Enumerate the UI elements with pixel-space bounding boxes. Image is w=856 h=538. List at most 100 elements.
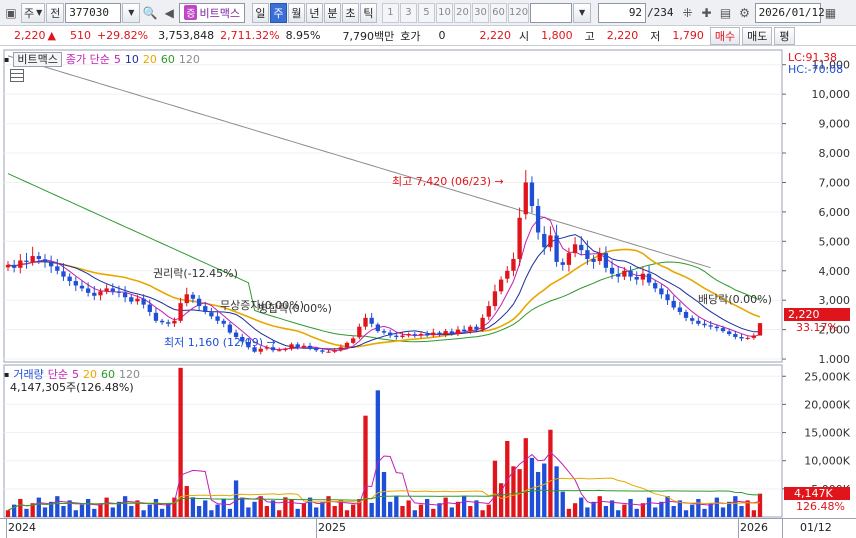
price-tick-label: 10,000 bbox=[812, 88, 851, 101]
volume-bar bbox=[141, 510, 146, 517]
period-month[interactable]: 월 bbox=[287, 2, 305, 23]
period-tick[interactable]: 틱 bbox=[359, 2, 377, 23]
interval-5[interactable]: 5 bbox=[417, 2, 435, 23]
interval-10[interactable]: 10 bbox=[435, 2, 453, 23]
x-label-2025: 2025 bbox=[318, 521, 346, 534]
candle-body bbox=[5, 264, 11, 268]
candle-body bbox=[418, 334, 424, 336]
period-year[interactable]: 년 bbox=[305, 2, 323, 23]
count-input[interactable]: 92 bbox=[598, 2, 647, 23]
volume-bar bbox=[671, 506, 676, 517]
candle-body bbox=[714, 326, 720, 329]
volume-bar bbox=[714, 497, 720, 517]
interval-dropdown[interactable]: ▼ bbox=[573, 2, 592, 23]
quote-row: 2,220 ▲ 510 +29.82% 3,753,848 2,711.32% … bbox=[0, 26, 856, 46]
volume-bar bbox=[209, 510, 214, 517]
volume-bar bbox=[634, 508, 639, 517]
candle-body bbox=[727, 331, 732, 335]
candle-body bbox=[702, 323, 707, 326]
stock-tab[interactable]: 비트맥스 bbox=[13, 51, 62, 67]
low-value: 1,790 bbox=[672, 29, 704, 42]
interval-30[interactable]: 30 bbox=[471, 2, 489, 23]
volume-panel[interactable]: 5,000K10,000K15,000K20,000K25,000K ▪ 거래량… bbox=[0, 364, 856, 518]
volume-bar bbox=[240, 497, 245, 517]
candle-body bbox=[30, 256, 35, 262]
volume-bar bbox=[42, 507, 48, 517]
candle-body bbox=[24, 260, 29, 262]
save-icon[interactable]: ▤ bbox=[717, 3, 735, 23]
candle-body bbox=[412, 334, 417, 336]
candle-body bbox=[104, 288, 109, 292]
interval-120[interactable]: 120 bbox=[507, 2, 530, 23]
speaker-icon[interactable]: ◀ bbox=[160, 3, 178, 23]
volume-bar bbox=[301, 503, 307, 517]
search-icon[interactable]: 🔍 bbox=[141, 3, 159, 23]
volume-bar bbox=[406, 500, 411, 517]
volume-bar bbox=[375, 390, 380, 517]
volume-bar bbox=[369, 502, 374, 517]
x-axis: 2024 2025 2026 01/12 bbox=[0, 518, 856, 538]
interval-60[interactable]: 60 bbox=[489, 2, 507, 23]
volume-current-tag: 4,147K bbox=[784, 487, 850, 500]
right-arrow-icon: → bbox=[266, 336, 276, 349]
grid-icon[interactable]: ⁜ bbox=[679, 3, 697, 23]
volume-bar bbox=[283, 497, 288, 517]
candle-body bbox=[357, 326, 362, 338]
price-tick-label: 6,000 bbox=[819, 206, 851, 219]
candle-body bbox=[640, 273, 646, 280]
candle-body bbox=[73, 281, 78, 286]
volume-bar bbox=[264, 506, 270, 517]
crosshair-icon[interactable]: ✚ bbox=[698, 3, 716, 23]
period-week[interactable]: 주 bbox=[269, 2, 287, 23]
candle-body bbox=[560, 262, 565, 265]
period-day[interactable]: 일 bbox=[251, 2, 269, 23]
eval-button[interactable]: 평 bbox=[774, 26, 795, 45]
volume-bar bbox=[597, 496, 602, 517]
buy-button[interactable]: 매수 bbox=[709, 26, 741, 45]
candle-body bbox=[122, 292, 128, 298]
volume-tick-label: 15,000K bbox=[804, 427, 850, 440]
volume-bar bbox=[572, 503, 578, 517]
volume-bar bbox=[616, 510, 621, 517]
interval-1[interactable]: 1 bbox=[381, 2, 399, 23]
volume-bar bbox=[560, 491, 565, 517]
candle-body bbox=[517, 217, 522, 259]
volume-bar bbox=[388, 501, 393, 517]
candle-body bbox=[597, 253, 602, 262]
gear-icon[interactable]: ⚙ bbox=[736, 3, 754, 23]
candle-body bbox=[609, 267, 615, 274]
price-tick-label: 5,000 bbox=[819, 235, 851, 248]
calendar-icon[interactable]: ▦ bbox=[822, 3, 840, 23]
high-annotation-text: 최고 7,420 (06/23) bbox=[392, 175, 492, 188]
price-chart[interactable]: 1,0002,0003,0004,0005,0006,0007,0008,000… bbox=[0, 47, 856, 363]
candle-body bbox=[554, 235, 559, 262]
period-minute[interactable]: 분 bbox=[323, 2, 341, 23]
code-dropdown-button[interactable]: ▼ bbox=[122, 2, 141, 23]
table-icon[interactable] bbox=[10, 69, 24, 82]
date-input[interactable]: 2026/01/12 bbox=[754, 2, 825, 23]
volume-bar bbox=[24, 508, 29, 517]
window-icon[interactable]: ▣ bbox=[2, 3, 20, 23]
sell-button[interactable]: 매도 bbox=[742, 26, 773, 45]
market-type-select[interactable]: 주 ▼ bbox=[21, 2, 46, 23]
prev-button[interactable]: 전 bbox=[46, 2, 65, 23]
up-arrow-icon: ▲ bbox=[47, 29, 56, 42]
candle-body bbox=[129, 297, 134, 302]
code-input[interactable]: 377030 bbox=[65, 2, 122, 23]
candle-body bbox=[159, 320, 165, 323]
x-tick-2026 bbox=[738, 519, 739, 538]
candle-body bbox=[634, 276, 639, 280]
stock-name-field[interactable]: 증 비트맥스 bbox=[179, 2, 245, 23]
price-panel[interactable]: 1,000 2,000 3,000 4,000 5,000 6,000 7,000 8,000… bbox=[0, 47, 856, 363]
interval-20[interactable]: 20 bbox=[453, 2, 471, 23]
interval-input[interactable] bbox=[530, 2, 573, 23]
x-axis-divider bbox=[782, 519, 783, 538]
candle-body bbox=[326, 351, 331, 353]
candle-body bbox=[48, 261, 54, 267]
price-tick-label: 4,000 bbox=[819, 265, 851, 278]
interval-3[interactable]: 3 bbox=[399, 2, 417, 23]
volume-tick-label: 10,000K bbox=[804, 455, 850, 468]
period-second[interactable]: 초 bbox=[341, 2, 359, 23]
volume-bar bbox=[418, 504, 424, 517]
candle-body bbox=[677, 307, 683, 312]
